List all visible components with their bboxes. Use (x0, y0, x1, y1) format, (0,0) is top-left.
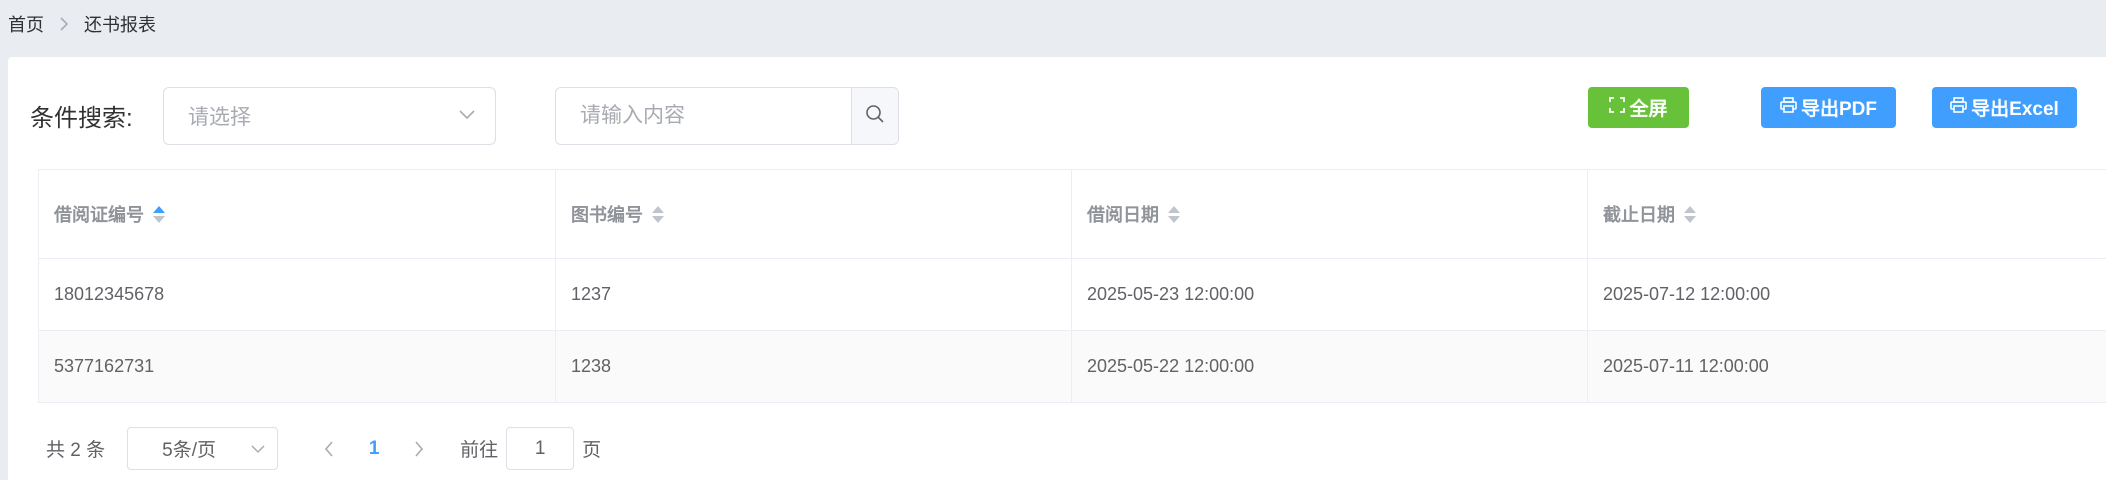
page-number-current[interactable]: 1 (344, 438, 404, 460)
search-icon (865, 104, 885, 129)
column-header-label: 借阅证编号 (54, 205, 144, 225)
table-cell: 2025-07-12 12:00:00 (1603, 284, 1771, 304)
table-cell: 1238 (556, 331, 1072, 402)
table-cell: 18012345678 (39, 259, 556, 330)
table-header-row: 借阅证编号 图书编号 借阅日期 截止日期 (39, 170, 2106, 259)
column-header-card-number[interactable]: 借阅证编号 (39, 170, 556, 258)
export-pdf-button[interactable]: 导出PDF (1761, 87, 1896, 128)
pagination: 共 2 条 5条/页 1 前往 页 (46, 427, 601, 470)
sort-icon[interactable] (652, 205, 664, 223)
select-placeholder: 请选择 (188, 106, 251, 129)
table-cell: 1237 (556, 259, 1072, 330)
table-row[interactable]: 18012345678 1237 2025-05-23 12:00:00 202… (39, 259, 2106, 331)
fullscreen-button[interactable]: 全屏 (1588, 87, 1689, 128)
export-excel-label: 导出Excel (1971, 99, 2059, 120)
search-input-group (555, 87, 899, 145)
table-row[interactable]: 5377162731 1238 2025-05-22 12:00:00 2025… (39, 331, 2106, 403)
goto-page-input[interactable] (506, 427, 575, 470)
printer-icon (1950, 96, 1967, 119)
sort-icon[interactable] (1168, 205, 1180, 223)
search-input[interactable] (556, 88, 851, 144)
fullscreen-icon (1609, 96, 1626, 119)
fullscreen-label: 全屏 (1629, 99, 1668, 120)
page-suffix: 页 (582, 440, 602, 461)
table-cell: 2025-05-22 12:00:00 (1072, 331, 1588, 402)
printer-icon (1780, 96, 1797, 119)
report-table: 借阅证编号 图书编号 借阅日期 截止日期 18012345678 1237 20… (38, 169, 2106, 403)
next-page-button[interactable] (404, 440, 434, 457)
prev-page-button[interactable] (314, 440, 344, 457)
chevron-down-icon (459, 107, 475, 125)
chevron-right-icon (58, 17, 70, 31)
search-button[interactable] (851, 88, 898, 144)
breadcrumb-home[interactable]: 首页 (8, 11, 44, 37)
pagination-total: 共 2 条 (46, 440, 106, 461)
goto-label: 前往 (460, 440, 499, 461)
condition-select[interactable]: 请选择 (163, 87, 496, 145)
export-excel-button[interactable]: 导出Excel (1932, 87, 2077, 128)
column-header-label: 借阅日期 (1087, 205, 1159, 225)
table-cell: 2025-05-23 12:00:00 (1072, 259, 1588, 330)
breadcrumb: 首页 还书报表 (8, 0, 156, 48)
page-size-select[interactable]: 5条/页 (127, 427, 279, 470)
sort-icon[interactable] (153, 205, 165, 223)
column-header-label: 截止日期 (1603, 205, 1675, 225)
search-label: 条件搜索: (30, 105, 133, 132)
column-header-borrow-date[interactable]: 借阅日期 (1072, 170, 1588, 258)
export-pdf-label: 导出PDF (1800, 99, 1877, 120)
table-cell: 2025-07-11 12:00:00 (1603, 356, 1769, 376)
table-cell: 5377162731 (39, 331, 556, 402)
column-header-due-date[interactable]: 截止日期 (1588, 170, 2106, 258)
column-header-book-number[interactable]: 图书编号 (556, 170, 1072, 258)
page-size-value: 5条/页 (162, 440, 216, 461)
column-header-label: 图书编号 (571, 205, 643, 225)
sort-icon[interactable] (1684, 205, 1696, 223)
breadcrumb-current: 还书报表 (84, 15, 156, 35)
chevron-down-icon (251, 438, 265, 460)
